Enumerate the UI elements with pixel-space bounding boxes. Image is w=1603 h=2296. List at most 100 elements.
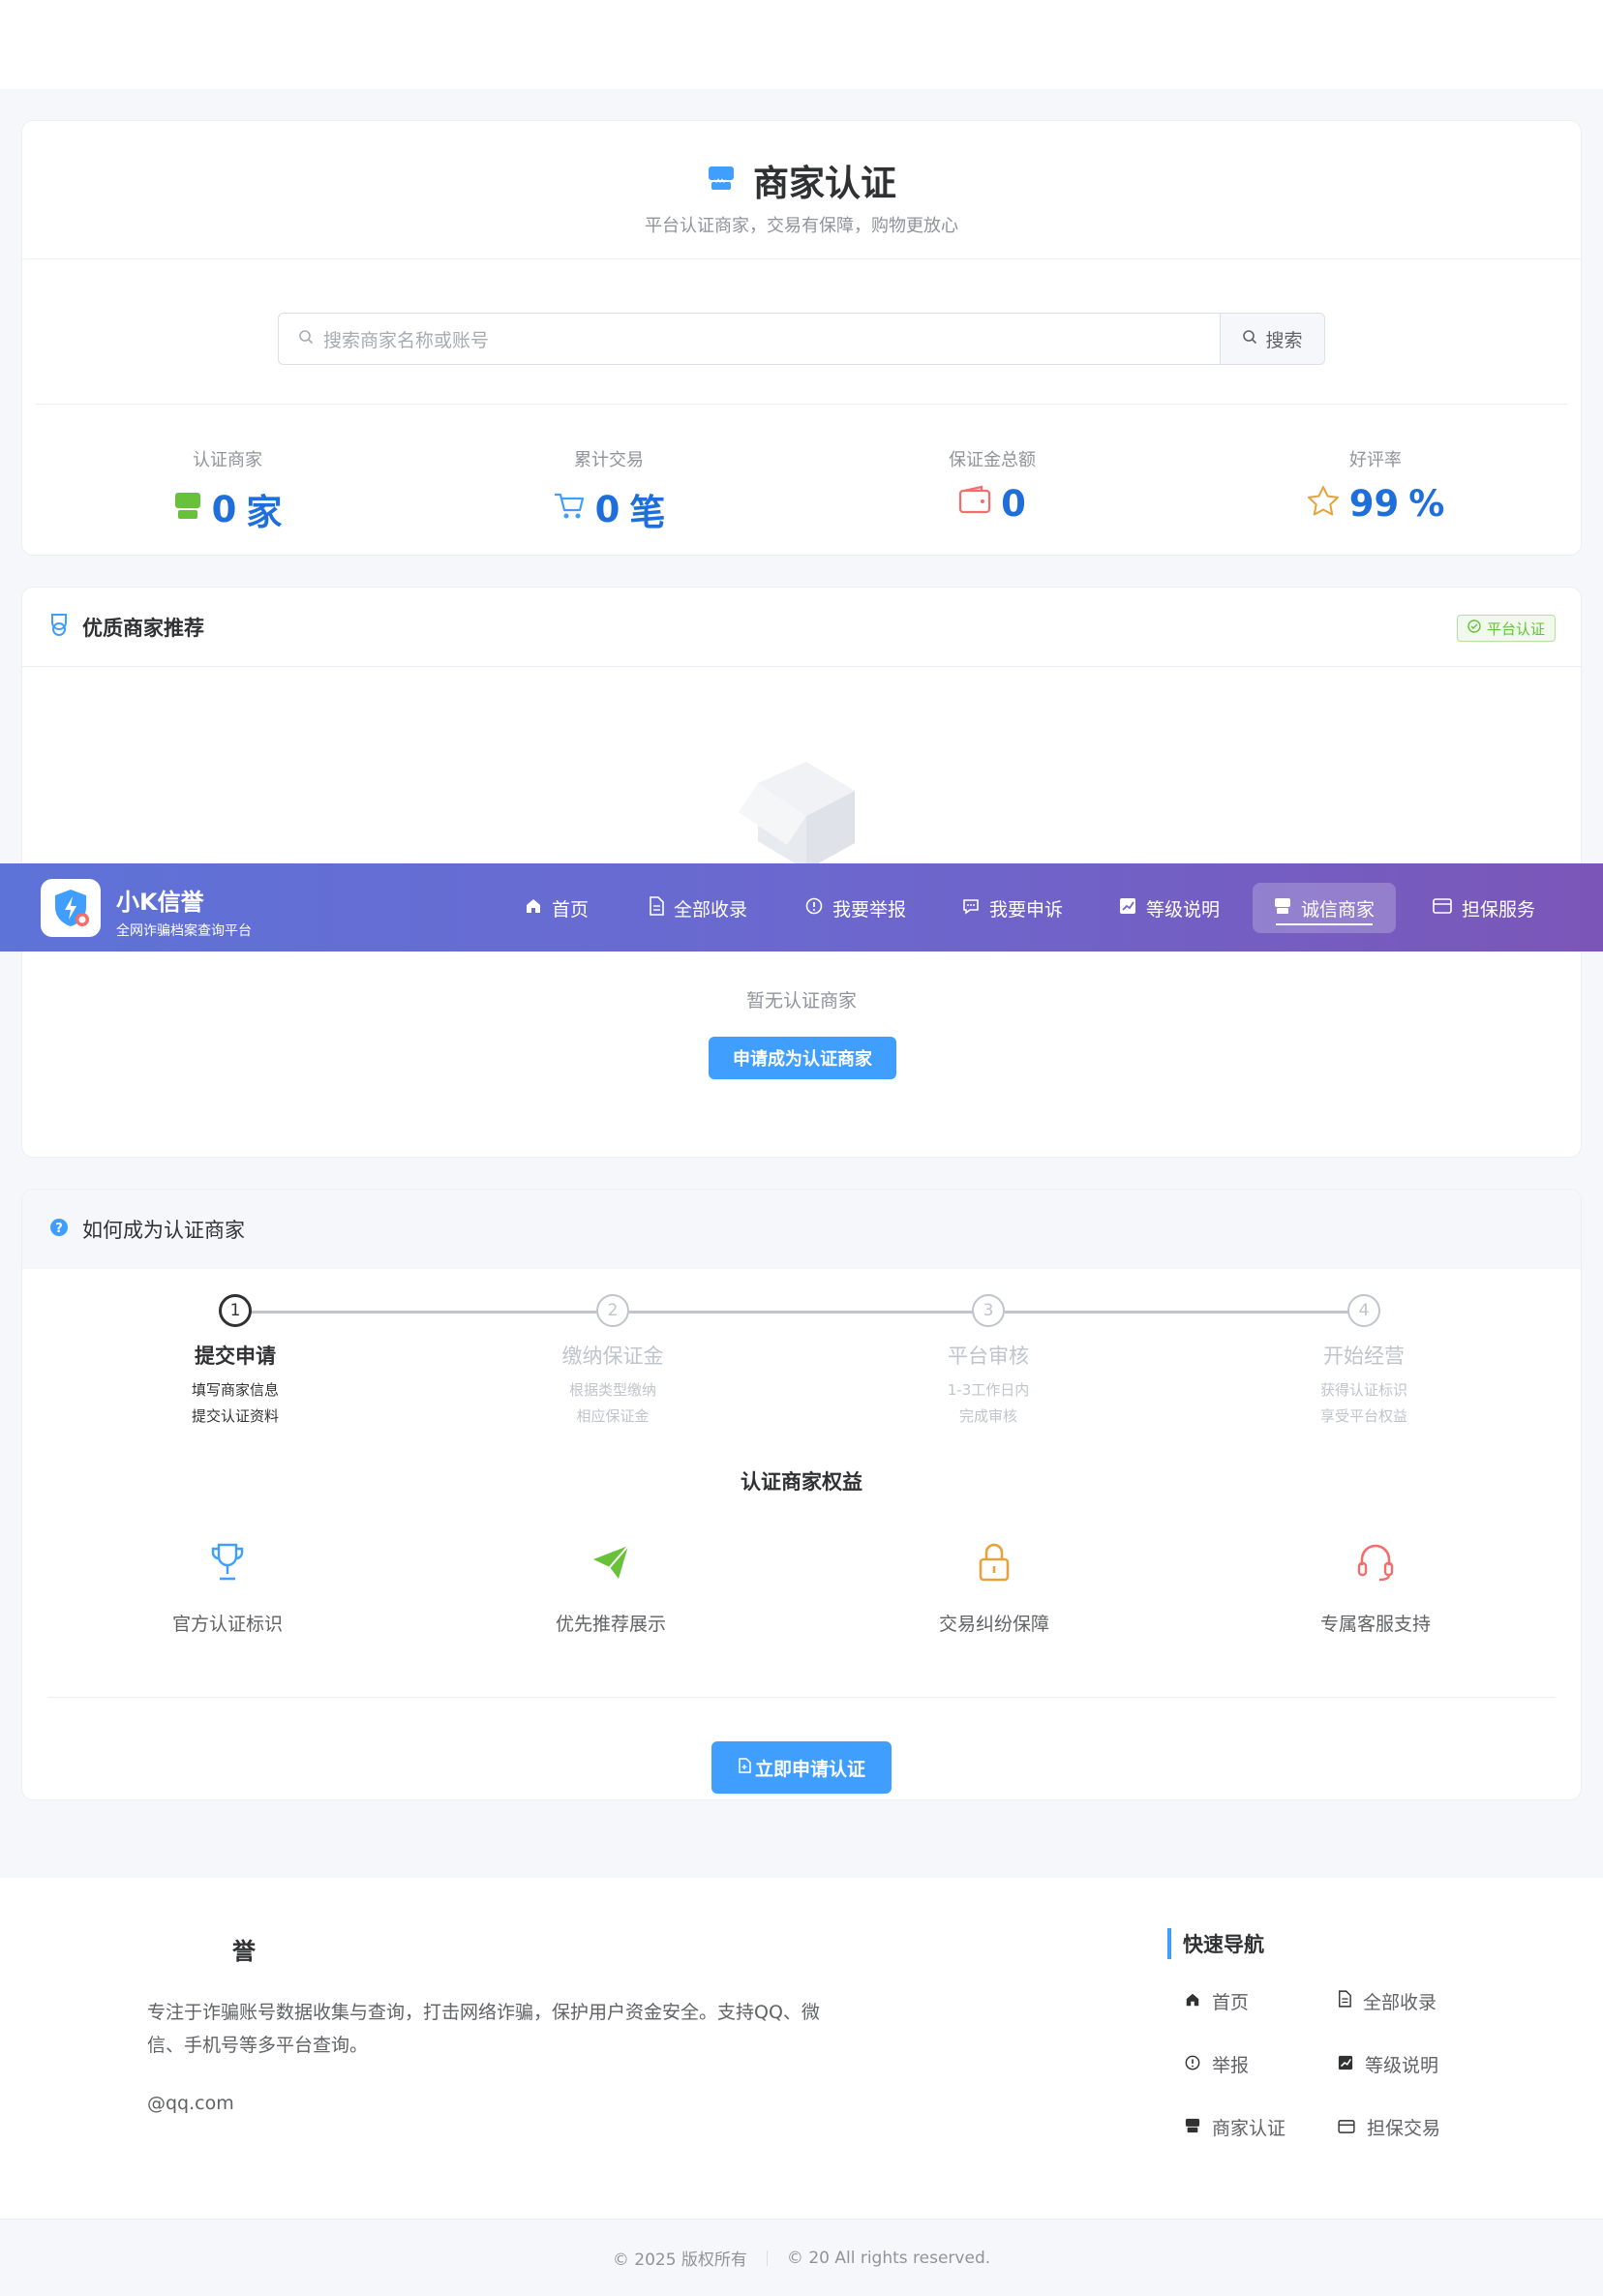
stat-unit: 笔 <box>629 492 666 533</box>
star-icon <box>1307 483 1340 525</box>
card-icon <box>1338 2117 1355 2138</box>
copyright-right: © 20 All rights reserved. <box>786 2248 991 2268</box>
tag-label: 平台认证 <box>1486 619 1545 638</box>
footer-link-label: 商家认证 <box>1212 2118 1286 2139</box>
apply-merchant-button[interactable]: 申请成为认证商家 <box>709 1037 896 1079</box>
nav-item-home[interactable]: 首页 <box>503 883 610 933</box>
active-underline <box>1276 923 1374 925</box>
footer: 誉 专注于诈骗账号数据收集与查询，打击网络诈骗，保护用户资金安全。支持QQ、微信… <box>0 1878 1603 2219</box>
how-to-certify-card: ? 如何成为认证商家 1 提交申请 填写商家信息 提交认证资料 2 缴纳保证金 根… <box>21 1189 1582 1800</box>
footer-description: 专注于诈骗账号数据收集与查询，打击网络诈骗，保护用户资金安全。支持QQ、微信、手… <box>147 2002 820 2056</box>
nav-item-label: 等级说明 <box>1146 898 1221 921</box>
step-desc: 1-3工作日内 <box>947 1381 1030 1399</box>
divider <box>36 404 1567 405</box>
brand-name: 小K信誉 <box>116 889 204 916</box>
logo-icon[interactable] <box>41 879 101 937</box>
nav-item-label: 担保服务 <box>1462 898 1536 921</box>
stat-value: 0 <box>594 488 620 530</box>
featured-header: 优质商家推荐 <box>22 588 1581 667</box>
step-desc: 根据类型缴纳 <box>568 1381 656 1399</box>
nav-item-levels[interactable]: 等级说明 <box>1098 883 1241 933</box>
stat-label: 累计交易 <box>574 450 644 470</box>
top-navigation-bar: 小K信誉 全网诈骗档案查询平台 首页 全部收录 我要举报 我要申诉 等级说明 诚… <box>0 863 1603 952</box>
nav-item-label: 全部收录 <box>674 898 748 921</box>
footer-link-all-records[interactable]: 全部收录 <box>1338 1988 1437 2014</box>
step-desc: 相应保证金 <box>576 1407 650 1425</box>
footer-link-label: 等级说明 <box>1365 2055 1439 2076</box>
step-number: 2 <box>596 1294 629 1327</box>
stat-value: 99 <box>1348 483 1400 525</box>
copyright-bar: © 2025 版权所有 © 20 All rights reserved. <box>0 2219 1603 2296</box>
step-desc: 填写商家信息 <box>191 1381 279 1399</box>
stat-transactions: 累计交易 0笔 <box>464 446 754 535</box>
nav-item-trusted-merchants[interactable]: 诚信商家 <box>1253 883 1397 933</box>
wallet-icon <box>958 483 991 525</box>
step-title: 缴纳保证金 <box>561 1344 664 1368</box>
footer-brand: 誉 <box>232 1938 256 1965</box>
page-subtitle: 平台认证商家，交易有保障，购物更放心 <box>645 216 958 236</box>
svg-text:?: ? <box>55 1222 63 1236</box>
divider <box>22 258 1581 259</box>
nav-item-label: 首页 <box>552 898 590 921</box>
search-icon <box>298 328 314 349</box>
step-title: 开始经营 <box>1323 1344 1405 1368</box>
stat-unit: 家 <box>246 492 283 533</box>
top-blank-area <box>0 0 1603 89</box>
nav-item-report[interactable]: 我要举报 <box>784 883 927 933</box>
brand-block: 小K信誉 全网诈骗档案查询平台 <box>116 883 252 940</box>
step-title: 提交申请 <box>195 1344 276 1368</box>
divider <box>766 2250 768 2266</box>
search-button-label: 搜索 <box>1265 329 1303 351</box>
benefit-label: 专属客服支持 <box>1319 1614 1431 1635</box>
chat-icon <box>962 897 980 920</box>
chart-icon <box>1119 897 1136 920</box>
alert-icon <box>805 897 823 920</box>
footer-link-label: 首页 <box>1212 1992 1250 2013</box>
stat-value: 0 <box>1001 483 1026 525</box>
nav-item-all-records[interactable]: 全部收录 <box>627 883 769 933</box>
step-4: 4 开始经营 获得认证标识 享受平台权益 <box>1199 1294 1528 1430</box>
step-2: 2 缴纳保证金 根据类型缴纳 相应保证金 <box>448 1294 777 1430</box>
nav-item-label: 我要申诉 <box>989 898 1064 921</box>
footer-link-levels[interactable]: 等级说明 <box>1338 2051 1438 2077</box>
store-icon <box>173 489 202 530</box>
step-desc: 获得认证标识 <box>1319 1381 1407 1399</box>
search-input[interactable]: 搜索商家名称或账号 <box>279 314 1220 364</box>
nav-item-escrow[interactable]: 担保服务 <box>1411 883 1557 933</box>
footer-email[interactable]: @qq.com <box>147 2093 234 2114</box>
platform-cert-tag: 平台认证 <box>1456 615 1556 642</box>
benefit-label: 官方认证标识 <box>171 1614 283 1635</box>
copyright-left: © 2025 版权所有 <box>612 2251 747 2270</box>
medal-icon <box>49 613 69 642</box>
store-icon <box>1185 2117 1200 2138</box>
nav-item-label: 诚信商家 <box>1301 898 1376 921</box>
card-icon <box>1433 897 1452 919</box>
empty-state-text: 暂无认证商家 <box>745 990 857 1012</box>
paper-plane-icon <box>495 1540 727 1585</box>
benefit-item: 专属客服支持 <box>1259 1540 1492 1636</box>
step-number: 4 <box>1347 1294 1380 1327</box>
apply-certification-button[interactable]: 立即申请认证 <box>711 1741 892 1794</box>
stat-label: 保证金总额 <box>949 450 1036 470</box>
step-number: 1 <box>219 1294 252 1327</box>
footer-link-merchant-cert[interactable]: 商家认证 <box>1185 2114 1285 2140</box>
footer-link-home[interactable]: 首页 <box>1185 1988 1249 2014</box>
lock-icon <box>878 1540 1110 1585</box>
benefits-title: 认证商家权益 <box>741 1470 862 1494</box>
stat-label: 好评率 <box>1349 450 1402 470</box>
chart-icon <box>1338 2054 1353 2075</box>
step-desc: 提交认证资料 <box>191 1407 279 1425</box>
howto-header: ? 如何成为认证商家 <box>22 1190 1581 1269</box>
search-button[interactable]: 搜索 <box>1220 314 1324 364</box>
benefit-label: 交易纠纷保障 <box>938 1614 1049 1635</box>
merchant-cert-header-card: 商家认证 平台认证商家，交易有保障，购物更放心 搜索商家名称或账号 搜索 认证商… <box>21 120 1582 556</box>
apply-label: 立即申请认证 <box>754 1758 865 1780</box>
nav-item-appeal[interactable]: 我要申诉 <box>941 883 1084 933</box>
benefit-item: 官方认证标识 <box>111 1540 344 1636</box>
footer-link-label: 担保交易 <box>1367 2118 1441 2139</box>
home-icon <box>1185 1991 1200 2012</box>
footer-link-report[interactable]: 举报 <box>1185 2051 1249 2077</box>
footer-link-escrow[interactable]: 担保交易 <box>1338 2114 1440 2140</box>
featured-title: 优质商家推荐 <box>82 616 204 640</box>
footer-link-label: 举报 <box>1212 2055 1250 2076</box>
